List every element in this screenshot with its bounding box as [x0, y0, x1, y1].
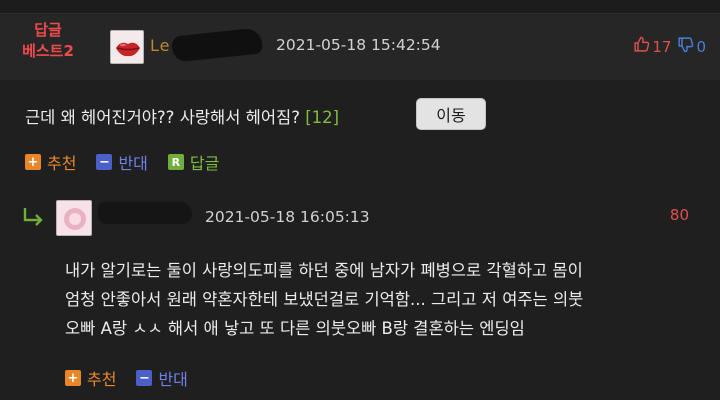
redacted-username-mask [98, 202, 192, 224]
redacted-username-mask [170, 27, 264, 63]
timestamp: 2021-05-18 15:42:54 [276, 36, 441, 54]
score-count: 80 [669, 206, 689, 224]
move-button[interactable]: 이동 [416, 98, 486, 130]
downvote-count: 0 [696, 37, 706, 56]
reply-label: 답글 [189, 154, 220, 173]
comment-text: 근데 왜 헤어진거야?? 사랑해서 헤어짐? [12] [25, 104, 339, 128]
reply-count: [12] [305, 108, 340, 127]
recommend-button[interactable]: + 추천 [65, 366, 116, 390]
best-badge-line1: 답글 [34, 21, 62, 39]
reply-line: 내가 알기로는 둘이 사랑의도피를 하던 중에 남자가 폐병으로 각혈하고 몸이 [65, 261, 583, 280]
minus-icon: − [136, 370, 153, 386]
top-divider [0, 0, 720, 14]
recommend-label: 추천 [87, 370, 117, 389]
vote-counts: 17 0 [633, 36, 706, 57]
reply-arrow-icon [22, 206, 46, 231]
oppose-label: 반대 [158, 370, 188, 389]
plus-icon: + [25, 154, 41, 170]
thumbs-up-icon[interactable] [633, 36, 650, 57]
timestamp: 2021-05-18 16:05:13 [205, 208, 370, 226]
reply-r-icon: R [167, 154, 184, 170]
upvote-count: 17 [652, 37, 672, 56]
comment-actions: + 추천 − 반대 R 답글 [25, 150, 239, 174]
lips-avatar-image [111, 31, 143, 63]
reply-actions: + 추천 − 반대 [65, 366, 208, 390]
recommend-button[interactable]: + 추천 [25, 150, 76, 174]
plus-icon: + [65, 370, 81, 386]
thumbs-down-icon[interactable] [677, 36, 694, 57]
comment-body: 근데 왜 헤어진거야?? 사랑해서 헤어짐? [25, 108, 300, 127]
pink-avatar-image [57, 201, 91, 235]
recommend-label: 추천 [47, 154, 77, 173]
oppose-button[interactable]: − 반대 [96, 150, 148, 174]
avatar[interactable] [56, 200, 92, 236]
oppose-label: 반대 [118, 154, 148, 173]
reply-line: 오빠 A랑 ㅅㅅ 해서 애 낳고 또 다른 의붓오빠 B랑 결혼하는 엔딩임 [65, 319, 525, 338]
best-comment-header: 답글 베스트2 Le er 2021-05-18 15:42:54 17 [0, 14, 720, 80]
reply-button[interactable]: R 답글 [167, 150, 220, 174]
minus-icon: − [96, 154, 113, 170]
reply-line: 엄청 안좋아서 원래 약혼자한테 보냈던걸로 기억함... 그리고 저 여주는 … [65, 290, 584, 309]
best-reply-badge: 답글 베스트2 [8, 20, 88, 62]
reply-text: 내가 알기로는 둘이 사랑의도피를 하던 중에 남자가 폐병으로 각혈하고 몸이… [65, 256, 705, 343]
oppose-button[interactable]: − 반대 [136, 366, 188, 390]
best-badge-line2: 베스트2 [22, 42, 74, 60]
avatar[interactable] [110, 30, 144, 64]
